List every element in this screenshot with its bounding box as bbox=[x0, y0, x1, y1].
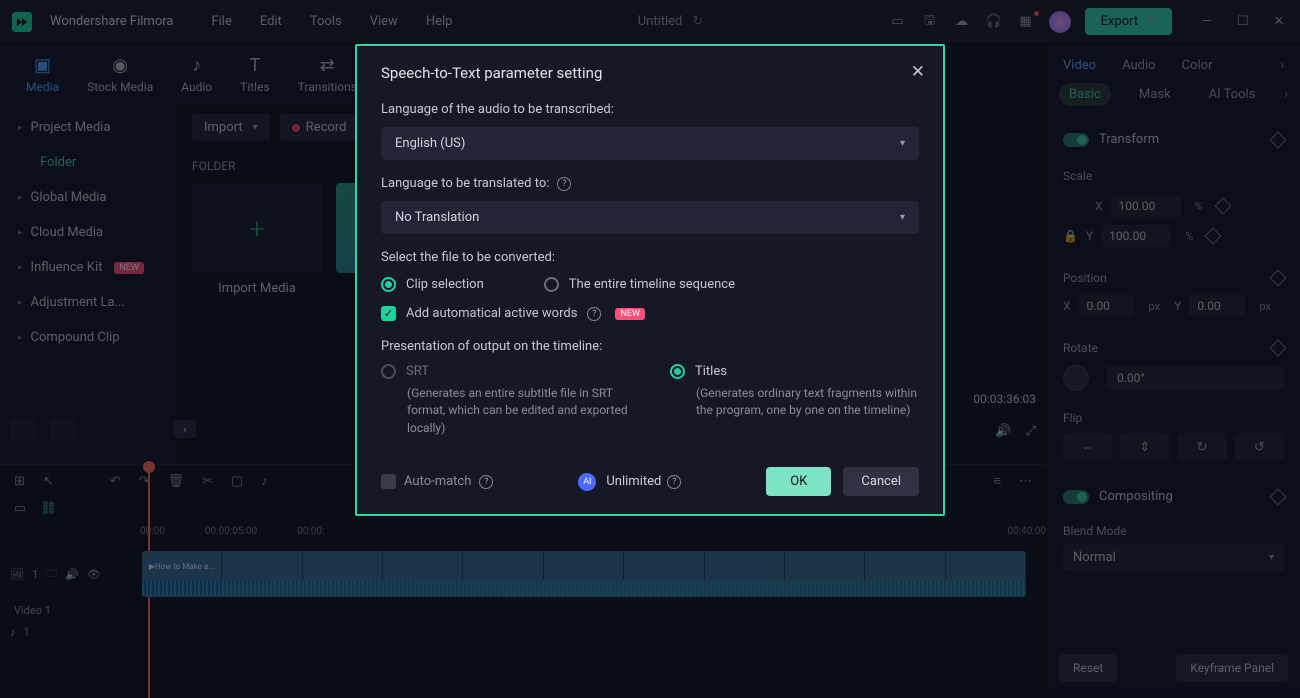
chevron-down-icon: ▾ bbox=[900, 138, 905, 149]
language-label: Language of the audio to be transcribed: bbox=[381, 102, 919, 117]
radio-clip-selection[interactable]: Clip selection bbox=[381, 277, 484, 292]
radio-entire-timeline[interactable]: The entire timeline sequence bbox=[544, 277, 735, 292]
output-titles[interactable]: Titles (Generates ordinary text fragment… bbox=[670, 364, 919, 437]
unlimited-badge: AI Unlimited ? bbox=[578, 473, 681, 491]
file-radio-group: Clip selection The entire timeline seque… bbox=[381, 277, 919, 292]
translate-label: Language to be translated to: ? bbox=[381, 176, 919, 191]
titles-desc: (Generates ordinary text fragments withi… bbox=[670, 385, 919, 420]
checkbox-icon: ✓ bbox=[381, 306, 396, 321]
checkbox-icon bbox=[381, 474, 396, 489]
radio-label: The entire timeline sequence bbox=[569, 277, 735, 292]
titles-label: Titles bbox=[695, 364, 727, 379]
help-icon[interactable]: ? bbox=[587, 307, 601, 321]
language-select[interactable]: English (US) ▾ bbox=[381, 127, 919, 160]
select-file-label: Select the file to be converted: bbox=[381, 250, 919, 265]
help-icon[interactable]: ? bbox=[479, 475, 493, 489]
automatch-row[interactable]: Auto-match ? bbox=[381, 474, 493, 489]
language-value: English (US) bbox=[395, 136, 465, 151]
presentation-label: Presentation of output on the timeline: bbox=[381, 339, 919, 354]
modal-close-button[interactable]: ✕ bbox=[911, 62, 925, 82]
help-icon[interactable]: ? bbox=[667, 475, 681, 489]
srt-label: SRT bbox=[406, 364, 429, 379]
ai-icon: AI bbox=[578, 473, 596, 491]
radio-icon bbox=[544, 277, 559, 292]
output-srt[interactable]: SRT (Generates an entire subtitle file i… bbox=[381, 364, 630, 437]
radio-icon bbox=[381, 277, 396, 292]
radio-label: Clip selection bbox=[406, 277, 484, 292]
translate-select[interactable]: No Translation ▾ bbox=[381, 201, 919, 234]
radio-icon bbox=[670, 364, 685, 379]
unlimited-label: Unlimited bbox=[606, 474, 661, 489]
chevron-down-icon: ▾ bbox=[900, 212, 905, 223]
automatch-label: Auto-match bbox=[404, 474, 471, 489]
output-options: SRT (Generates an entire subtitle file i… bbox=[381, 364, 919, 437]
modal-overlay: Speech-to-Text parameter setting ✕ Langu… bbox=[0, 0, 1300, 698]
active-words-label: Add automatical active words bbox=[406, 306, 577, 321]
srt-desc: (Generates an entire subtitle file in SR… bbox=[381, 385, 630, 437]
translate-label-text: Language to be translated to: bbox=[381, 176, 549, 191]
modal-title: Speech-to-Text parameter setting bbox=[381, 64, 919, 82]
translate-value: No Translation bbox=[395, 210, 479, 225]
active-words-row[interactable]: ✓ Add automatical active words ? NEW bbox=[381, 306, 919, 321]
new-badge: NEW bbox=[615, 308, 645, 320]
radio-icon bbox=[381, 364, 396, 379]
speech-to-text-modal: Speech-to-Text parameter setting ✕ Langu… bbox=[355, 44, 945, 516]
cancel-button[interactable]: Cancel bbox=[843, 467, 919, 496]
help-icon[interactable]: ? bbox=[557, 177, 571, 191]
ok-button[interactable]: OK bbox=[766, 467, 831, 496]
